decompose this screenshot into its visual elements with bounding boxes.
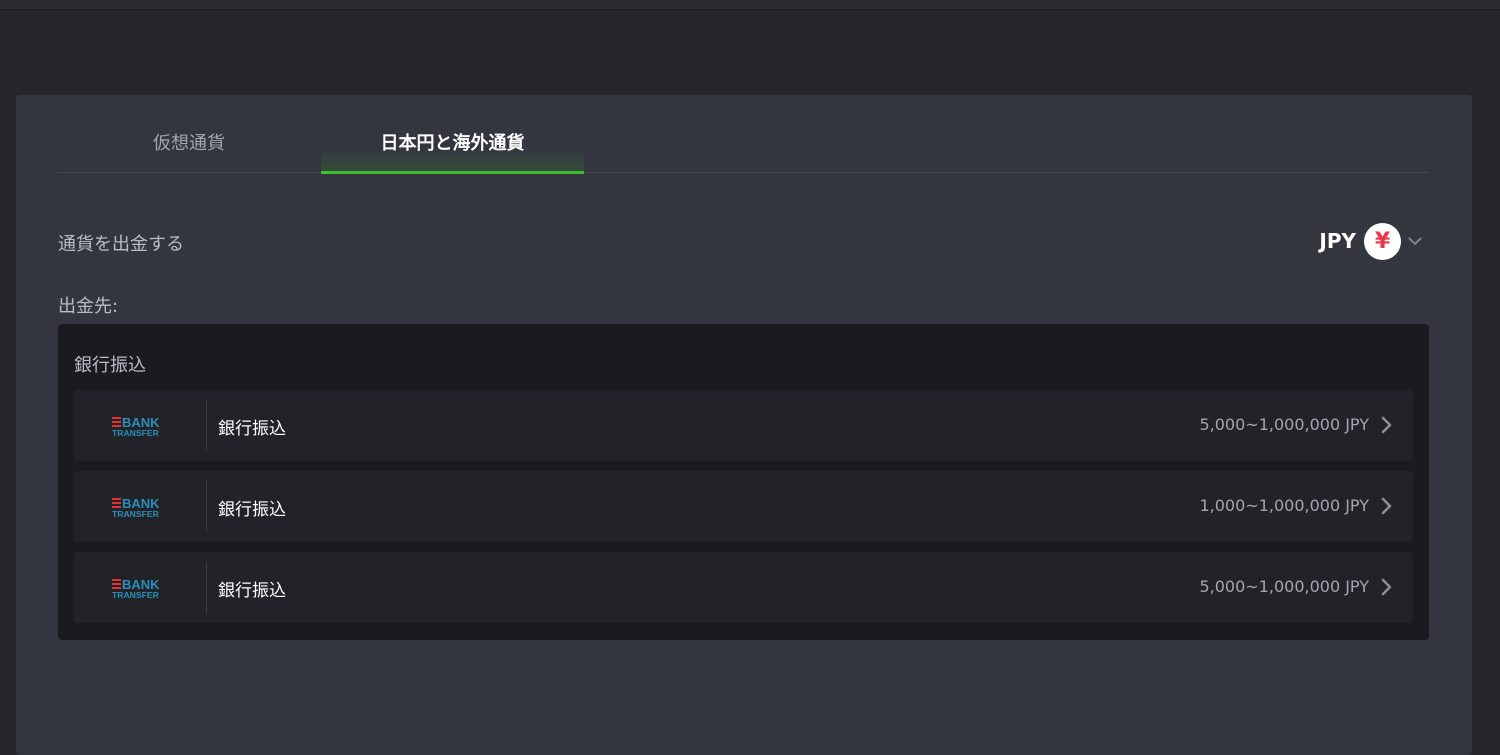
yen-icon: ¥ [1364,222,1401,260]
withdraw-panel: 仮想通貨 日本円と海外通貨 通貨を出金する JPY ¥ 出金先: 銀行振込 BA… [16,95,1472,755]
withdraw-methods: 銀行振込 BANK TRANSFER 銀行振込 5,000~1,000,000 … [58,324,1429,640]
currency-select[interactable]: JPY ¥ [1299,222,1429,260]
tab-fiat-label: 日本円と海外通貨 [380,133,525,154]
withdraw-currency-label: 通貨を出金する [58,234,184,255]
method-name: 銀行振込 [218,500,286,520]
logo-text-bottom: TRANSFER [112,509,160,518]
method-name: 銀行振込 [218,419,286,439]
chevron-right-icon [1379,577,1393,597]
tab-fiat[interactable]: 日本円と海外通貨 [321,129,584,174]
currency-code: JPY [1319,229,1356,253]
divider [206,400,207,451]
chevron-down-icon [1401,231,1429,251]
chevron-right-icon [1379,496,1393,516]
top-bar [0,0,1500,10]
method-item[interactable]: BANK TRANSFER 銀行振込 5,000~1,000,000 JPY [74,552,1413,623]
logo-text-bottom: TRANSFER [112,428,160,437]
currency-tabs: 仮想通貨 日本円と海外通貨 [58,95,1429,174]
method-range: 1,000~1,000,000 JPY [1199,496,1369,515]
divider [206,562,207,613]
chevron-right-icon [1379,415,1393,435]
tab-crypto[interactable]: 仮想通貨 [58,129,320,173]
method-range: 5,000~1,000,000 JPY [1199,577,1369,596]
method-range: 5,000~1,000,000 JPY [1199,415,1369,434]
bank-transfer-logo: BANK TRANSFER [74,471,206,542]
tab-crypto-label: 仮想通貨 [153,133,225,154]
method-name: 銀行振込 [218,581,286,601]
method-group-title: 銀行振込 [74,355,146,376]
bank-transfer-logo: BANK TRANSFER [74,552,206,623]
divider [206,481,207,532]
currency-symbol: ¥ [1374,228,1391,254]
method-item[interactable]: BANK TRANSFER 銀行振込 5,000~1,000,000 JPY [74,390,1413,461]
destination-label: 出金先: [58,296,119,317]
logo-text-bottom: TRANSFER [112,590,160,599]
bank-transfer-logo: BANK TRANSFER [74,390,206,461]
withdraw-currency-row: 通貨を出金する JPY ¥ [58,222,1429,260]
method-item[interactable]: BANK TRANSFER 銀行振込 1,000~1,000,000 JPY [74,471,1413,542]
